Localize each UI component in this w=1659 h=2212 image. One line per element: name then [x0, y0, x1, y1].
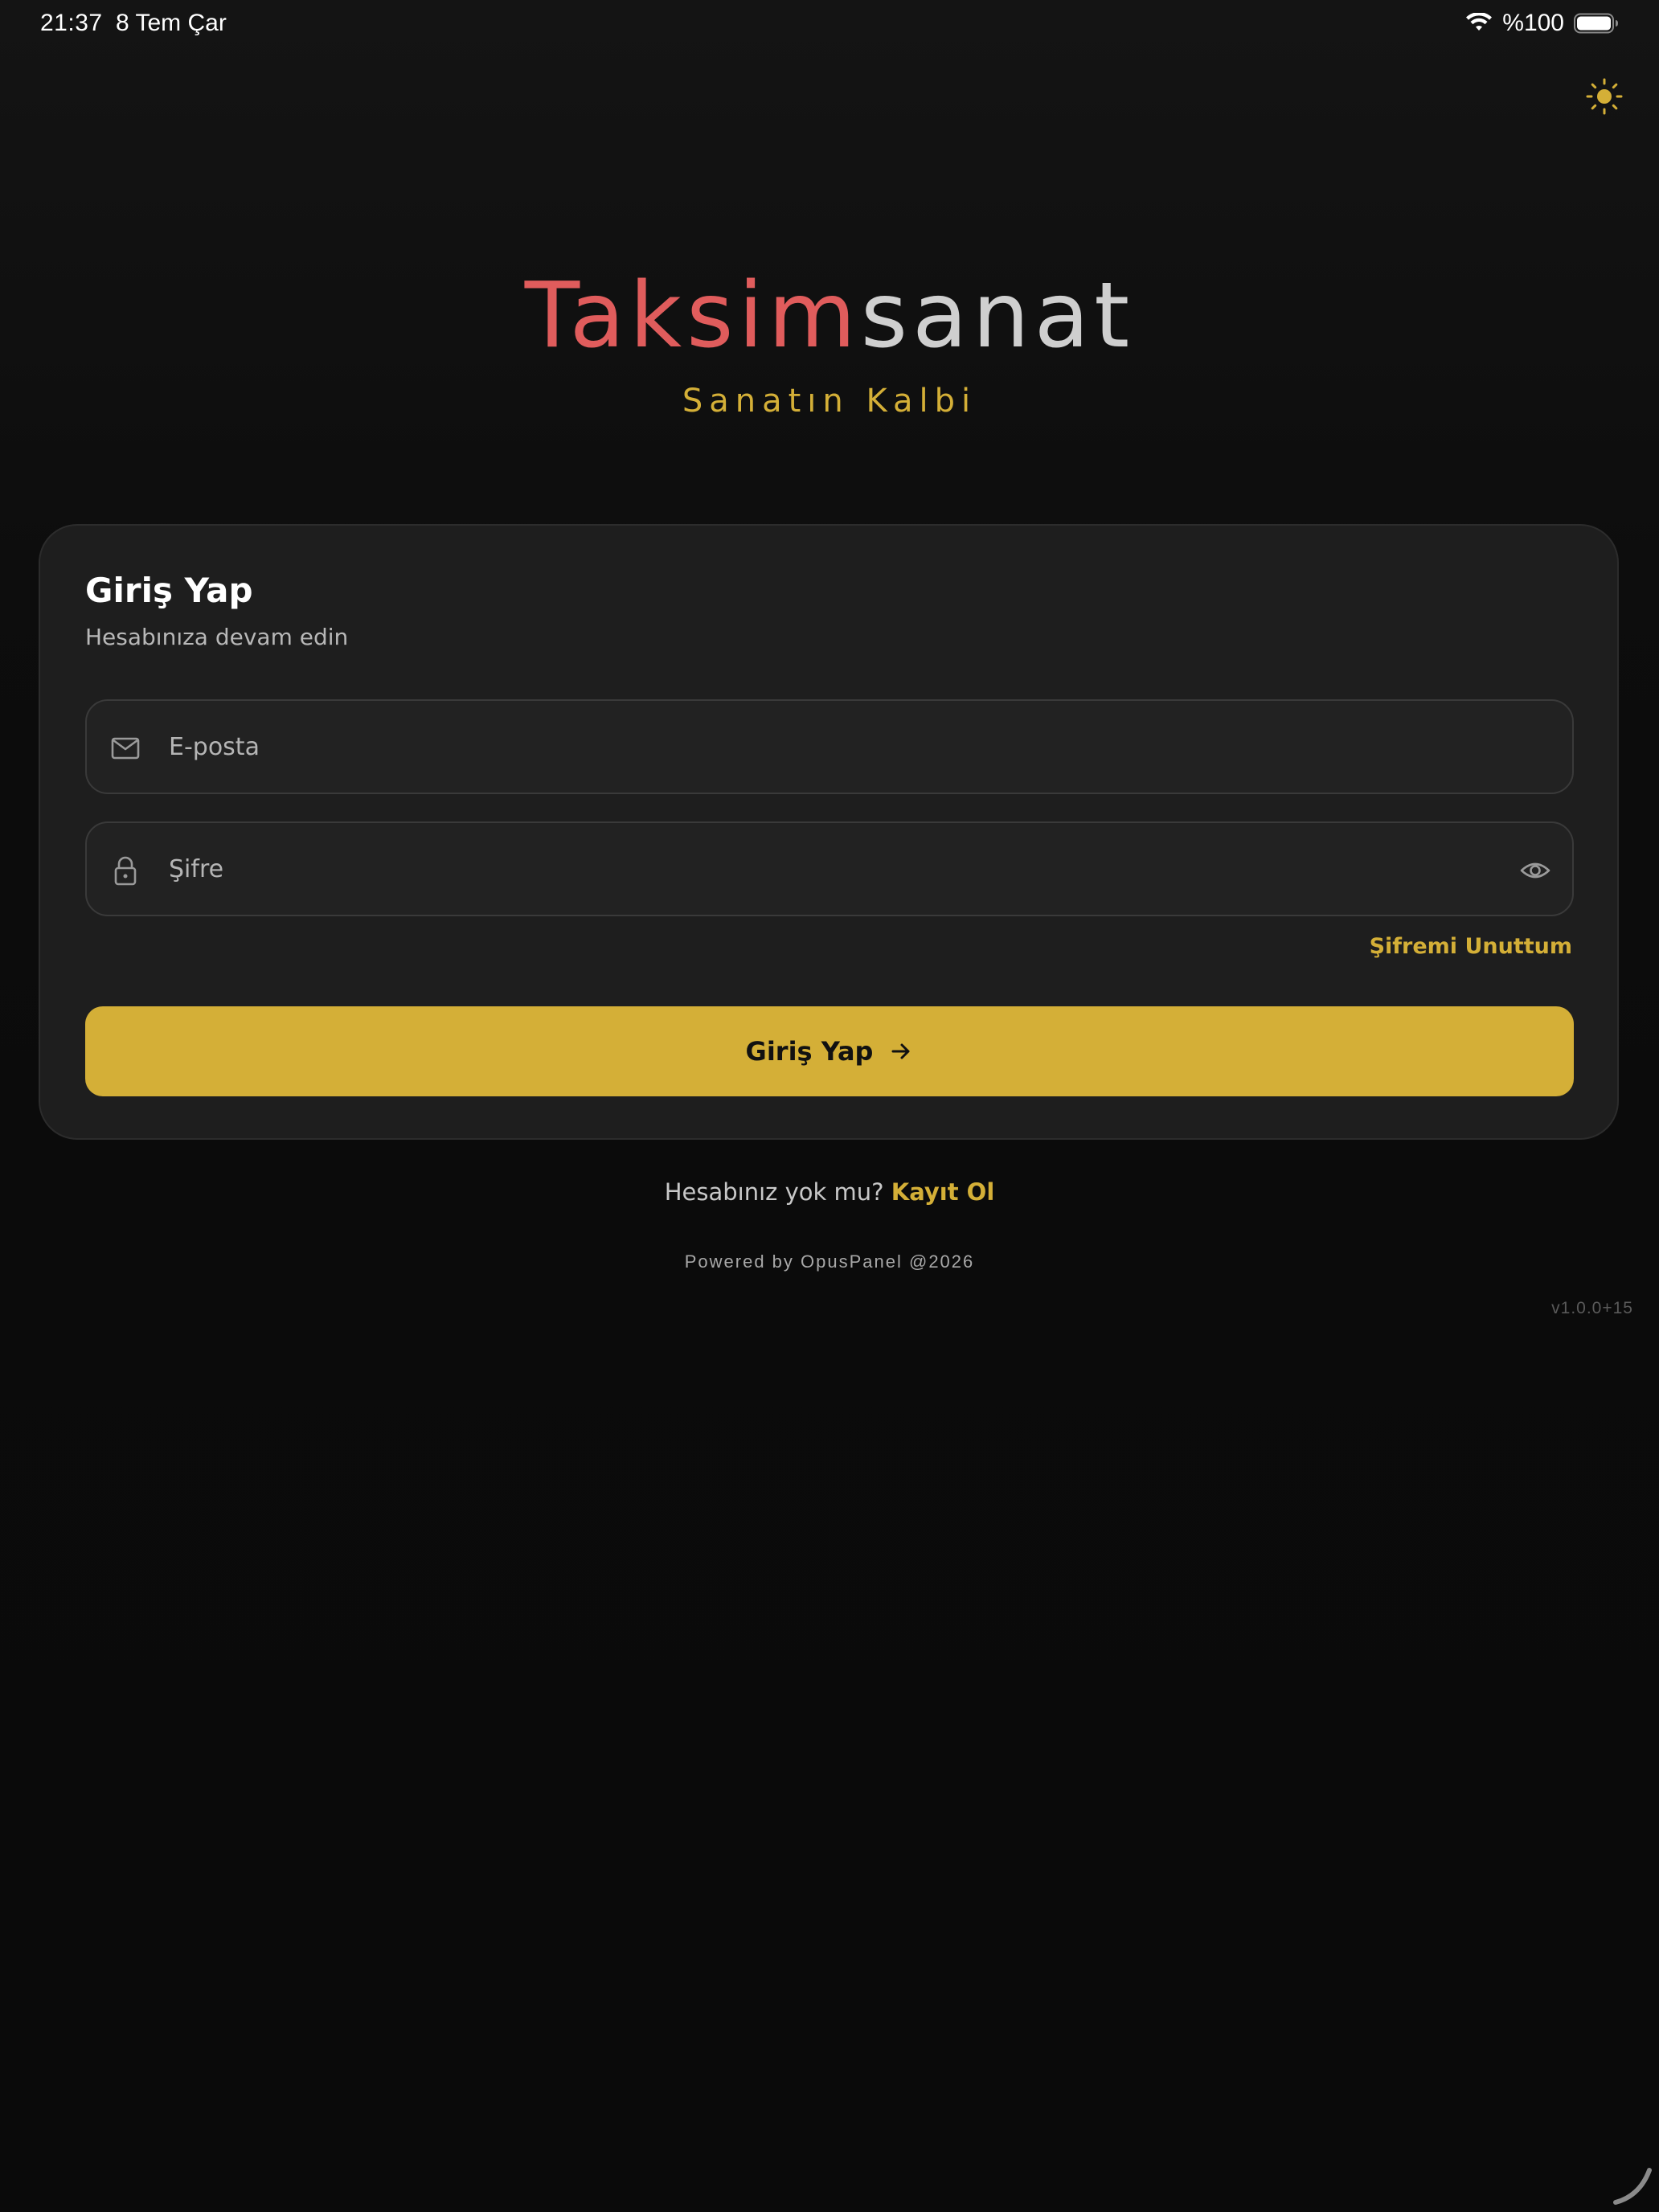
brand-tagline: Sanatın Kalbi — [682, 383, 977, 420]
login-title: Giriş Yap — [85, 571, 253, 610]
brand-header: Taksimsanat Sanatın Kalbi — [0, 256, 1659, 420]
brand-title-part1: Taksim — [524, 264, 861, 368]
status-time: 21:37 — [40, 10, 103, 36]
signup-row: Hesabınız yok mu? Kayıt Ol — [0, 1178, 1659, 1206]
eye-icon[interactable] — [1519, 854, 1551, 887]
signup-link[interactable]: Kayıt Ol — [891, 1178, 995, 1206]
wifi-icon — [1465, 13, 1493, 34]
login-screen: 21:37 8 Tem Çar %100 Taksimsanat Sanatın… — [0, 0, 1659, 2212]
battery-percentage: %100 — [1502, 10, 1564, 36]
theme-toggle-button[interactable] — [1585, 77, 1624, 116]
email-field[interactable] — [85, 699, 1574, 794]
login-subtitle: Hesabınıza devam edin — [85, 624, 349, 650]
login-card: Giriş Yap Hesabınıza devam edin Şifremi … — [39, 524, 1619, 1140]
password-input[interactable] — [169, 823, 1455, 915]
powered-by-text: Powered by OpusPanel @2026 — [684, 1251, 975, 1272]
app-version: v1.0.0+15 — [1551, 1299, 1633, 1317]
email-input[interactable] — [169, 701, 1455, 793]
lock-icon — [114, 856, 137, 886]
status-bar: 21:37 8 Tem Çar %100 — [0, 0, 1659, 51]
sun-icon — [1586, 78, 1623, 115]
login-button[interactable]: Giriş Yap — [85, 1006, 1574, 1096]
app-logo-title: Taksimsanat — [0, 256, 1659, 376]
status-indicators: %100 — [1465, 10, 1619, 37]
corner-handle-icon[interactable] — [1611, 2164, 1654, 2207]
mail-icon — [111, 737, 140, 760]
password-field[interactable] — [85, 821, 1574, 916]
brand-title-part2: sanat — [860, 264, 1135, 368]
login-button-label: Giriş Yap — [745, 1036, 874, 1067]
forgot-password-link[interactable]: Şifremi Unuttum — [1370, 934, 1572, 959]
signup-prompt: Hesabınız yok mu? — [664, 1178, 884, 1206]
status-date: 8 Tem Çar — [116, 10, 227, 36]
battery-icon — [1574, 13, 1619, 34]
arrow-right-icon — [891, 1043, 910, 1059]
